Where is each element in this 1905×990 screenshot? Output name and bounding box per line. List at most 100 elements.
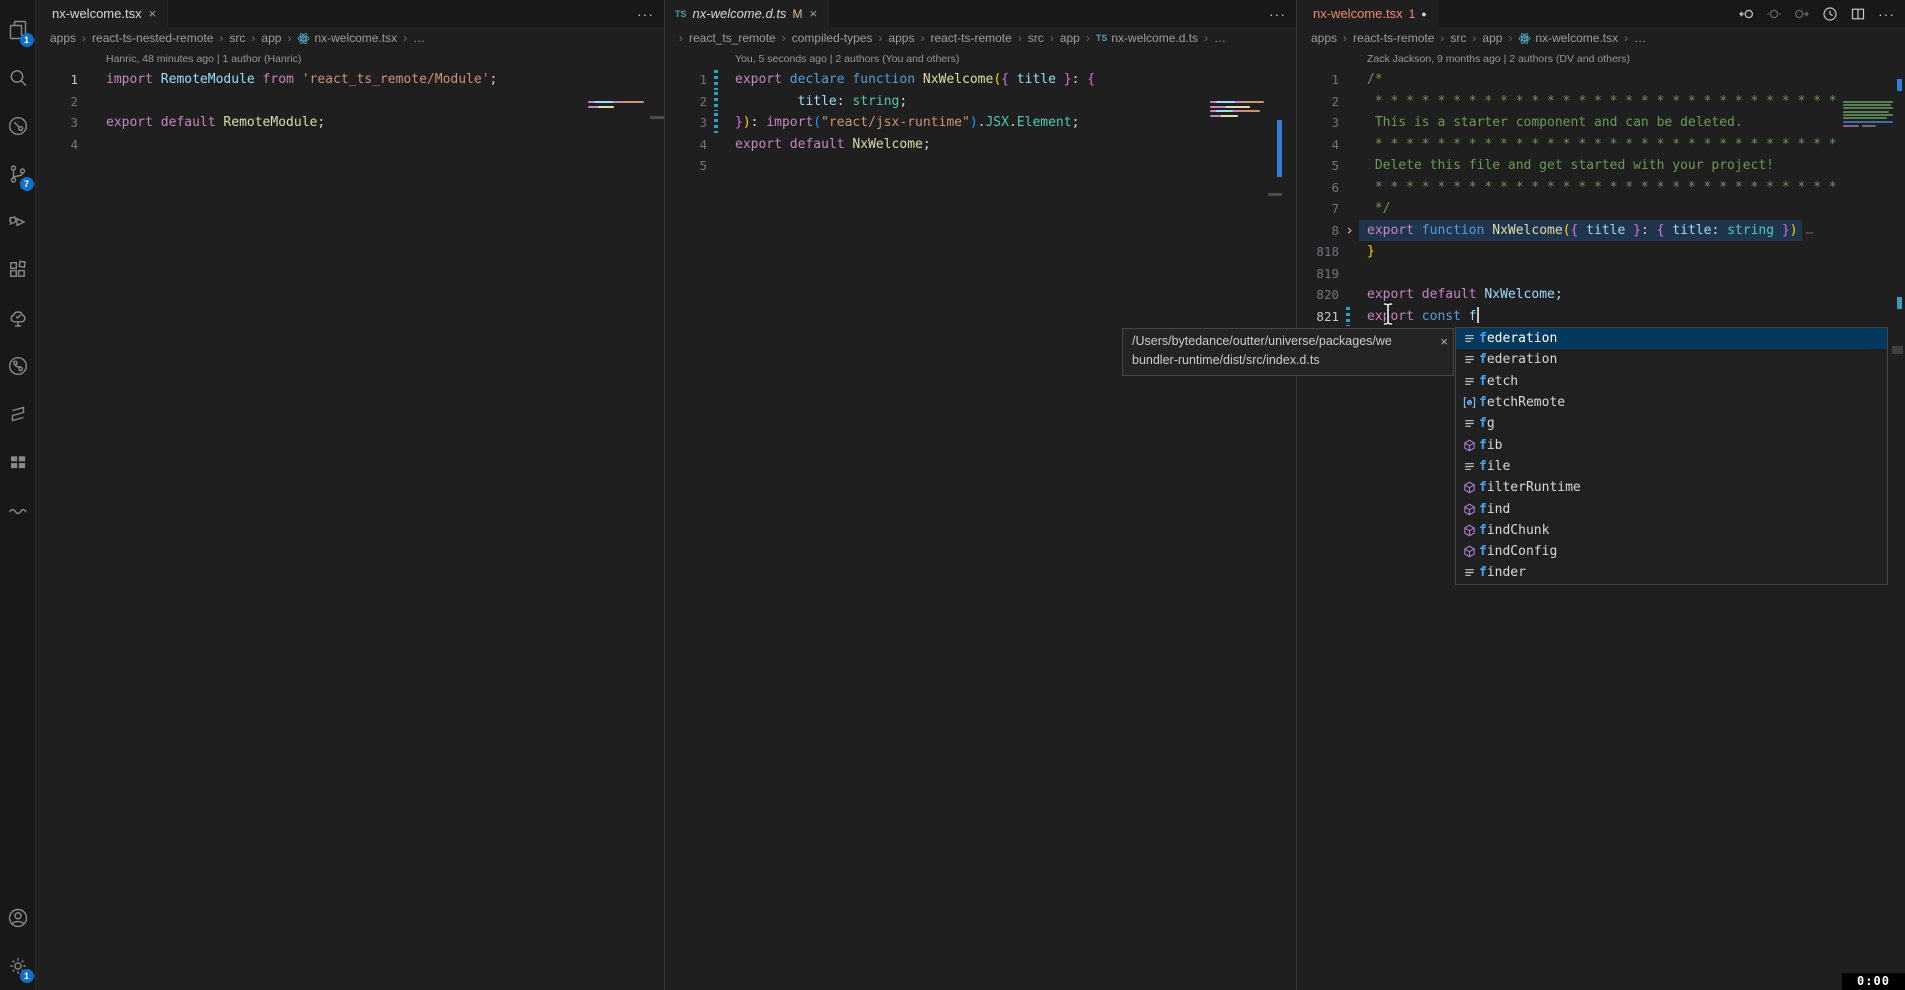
tab-close-icon[interactable]: × <box>808 6 818 21</box>
breadcrumb-item[interactable]: src <box>1028 31 1044 45</box>
breadcrumb-item[interactable]: compiled-types <box>792 31 873 45</box>
activity-item-testing-tree[interactable] <box>0 294 36 342</box>
suggest-item-fetchRemote[interactable]: fetchRemote <box>1456 392 1887 413</box>
minimap[interactable] <box>1210 106 1250 108</box>
breadcrumb-item[interactable]: react_ts_remote <box>689 31 776 45</box>
code-line[interactable]: export const f <box>1359 306 1483 328</box>
code-line[interactable]: export declare function NxWelcome({ titl… <box>727 69 1099 91</box>
breadcrumb-item[interactable]: app <box>261 31 281 45</box>
breadcrumb-item[interactable]: TSnx-welcome.d.ts <box>1096 31 1198 45</box>
breadcrumb-item[interactable]: app <box>1482 31 1502 45</box>
minimap[interactable] <box>1210 110 1260 112</box>
more-actions-icon[interactable]: ··· <box>1878 9 1895 19</box>
breadcrumb-item[interactable]: src <box>229 31 245 45</box>
minimap[interactable] <box>1843 111 1889 113</box>
code-line[interactable]: export default RemoteModule; <box>98 112 329 134</box>
tab-nx-welcome.tsx[interactable]: nx-welcome.tsx× <box>36 0 168 27</box>
breadcrumb-item[interactable]: … <box>1634 31 1646 45</box>
code-line[interactable]: * * * * * * * * * * * * * * * * * * * * … <box>1359 177 1841 199</box>
breadcrumb-item[interactable]: src <box>1450 31 1466 45</box>
next-change-icon[interactable] <box>1794 6 1810 22</box>
code-editor[interactable]: You, 5 seconds ago | 2 authors (You and … <box>665 49 1296 990</box>
code-line[interactable]: * * * * * * * * * * * * * * * * * * * * … <box>1359 134 1841 156</box>
minimap-slider[interactable] <box>650 116 664 119</box>
tab-nx-welcome.d.ts[interactable]: TSnx-welcome.d.tsM× <box>665 0 829 27</box>
minimap[interactable] <box>588 106 614 108</box>
split-editor-icon[interactable] <box>1850 6 1866 22</box>
code-line[interactable]: export function NxWelcome({ title }: { t… <box>1359 220 1802 242</box>
activity-item-search[interactable] <box>0 54 36 102</box>
suggest-item-fetch[interactable]: fetch <box>1456 371 1887 392</box>
suggest-item-file[interactable]: file <box>1456 456 1887 477</box>
suggest-item-finder[interactable]: finder <box>1456 562 1887 583</box>
code-line[interactable]: /* <box>1359 69 1387 91</box>
breadcrumb-item[interactable]: … <box>413 31 425 45</box>
minimap[interactable] <box>1210 101 1264 103</box>
code-line[interactable]: } <box>1359 241 1379 263</box>
code-line[interactable]: Delete this file and get started with yo… <box>1359 155 1778 177</box>
suggest-item-federation[interactable]: federation <box>1456 349 1887 370</box>
more-actions-icon[interactable]: ··· <box>637 9 654 19</box>
activity-item-accounts[interactable] <box>0 894 36 942</box>
code-line[interactable] <box>727 155 747 177</box>
activity-item-explorer[interactable]: 1 <box>0 6 36 54</box>
activity-item-run-debug[interactable] <box>0 198 36 246</box>
fold-chevron-icon[interactable]: › <box>1339 221 1354 239</box>
breadcrumb-item[interactable]: … <box>1214 31 1226 45</box>
breadcrumb-item[interactable]: react-ts-nested-remote <box>92 31 213 45</box>
open-timeline-icon[interactable] <box>1822 6 1838 22</box>
code-line[interactable] <box>1359 263 1379 285</box>
tab-close-icon[interactable]: × <box>148 6 158 21</box>
activity-item-nx-console[interactable] <box>0 390 36 438</box>
code-line[interactable]: }): import("react/jsx-runtime").JSX.Elem… <box>727 112 1083 134</box>
code-line[interactable] <box>98 91 118 113</box>
more-actions-icon[interactable]: ··· <box>1269 9 1286 19</box>
minimap[interactable] <box>1843 101 1893 103</box>
minimap[interactable] <box>1843 117 1887 119</box>
suggest-item-fib[interactable]: fib <box>1456 434 1887 455</box>
tooltip-close-icon[interactable]: × <box>1440 332 1448 351</box>
activity-item-grid[interactable] <box>0 438 36 486</box>
breadcrumb-item[interactable]: apps <box>1311 31 1337 45</box>
tab-nx-welcome.tsx[interactable]: nx-welcome.tsx1● <box>1297 0 1438 27</box>
minimap[interactable] <box>1843 121 1893 123</box>
code-line[interactable]: * * * * * * * * * * * * * * * * * * * * … <box>1359 91 1841 113</box>
scrollbar-slider[interactable] <box>1892 346 1903 354</box>
breadcrumb-item[interactable]: nx-welcome.tsx <box>1518 31 1618 45</box>
activity-item-extensions[interactable] <box>0 246 36 294</box>
code-line[interactable]: export default NxWelcome; <box>727 134 935 156</box>
minimap[interactable] <box>1843 104 1891 106</box>
code-line[interactable]: title: string; <box>727 91 911 113</box>
minimap[interactable] <box>1843 125 1859 127</box>
minimap[interactable] <box>1210 115 1238 117</box>
previous-change-icon[interactable] <box>1738 6 1754 22</box>
suggest-item-find[interactable]: find <box>1456 498 1887 519</box>
activity-item-squiggle[interactable] <box>0 486 36 534</box>
activity-item-settings[interactable]: 1 <box>0 942 36 990</box>
code-line[interactable] <box>98 134 118 156</box>
code-editor[interactable]: Hanric, 48 minutes ago | 1 author (Hanri… <box>36 49 664 990</box>
activity-item-git-graph[interactable] <box>0 342 36 390</box>
dirty-dot-icon[interactable]: ● <box>1421 9 1426 19</box>
suggest-item-fg[interactable]: fg <box>1456 413 1887 434</box>
activity-item-gitlens[interactable] <box>0 102 36 150</box>
folded-region-ellipsis[interactable]: … <box>1806 220 1814 242</box>
activity-item-source-control[interactable]: 7 <box>0 150 36 198</box>
suggest-item-filterRuntime[interactable]: filterRuntime <box>1456 477 1887 498</box>
code-line[interactable]: */ <box>1359 198 1394 220</box>
minimap[interactable] <box>588 101 644 103</box>
breadcrumb-item[interactable]: nx-welcome.tsx <box>297 31 397 45</box>
code-line[interactable]: import RemoteModule from 'react_ts_remot… <box>98 69 501 91</box>
suggest-item-findConfig[interactable]: findConfig <box>1456 541 1887 562</box>
breadcrumb-item[interactable]: app <box>1060 31 1080 45</box>
code-line[interactable]: This is a starter component and can be d… <box>1359 112 1747 134</box>
breadcrumb-item[interactable]: react-ts-remote <box>1353 31 1434 45</box>
breadcrumb-item[interactable]: apps <box>888 31 914 45</box>
suggest-item-federation[interactable]: federation <box>1456 328 1887 349</box>
current-change-icon[interactable] <box>1766 6 1782 22</box>
breadcrumb-item[interactable]: react-ts-remote <box>930 31 1011 45</box>
suggest-item-findChunk[interactable]: findChunk <box>1456 520 1887 541</box>
minimap[interactable] <box>1843 114 1893 116</box>
codelens-blame[interactable]: Hanric, 48 minutes ago | 1 author (Hanri… <box>36 49 664 69</box>
breadcrumb-item[interactable]: apps <box>50 31 76 45</box>
